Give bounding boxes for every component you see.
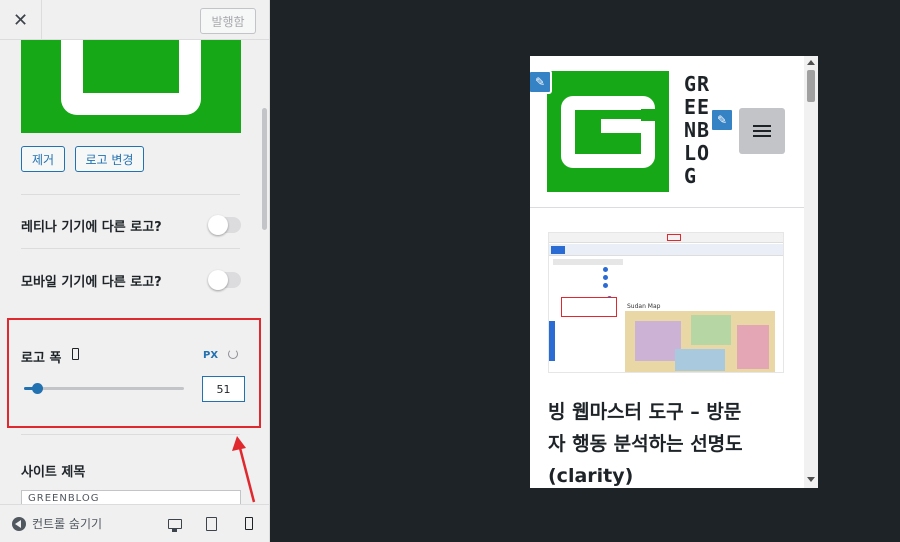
undo-icon[interactable] [228, 349, 238, 359]
retina-logo-toggle[interactable] [208, 215, 241, 235]
site-title-line: NB [684, 118, 711, 142]
desktop-preview-button[interactable] [158, 505, 192, 542]
divider [21, 248, 240, 249]
change-logo-button[interactable]: 로고 변경 [75, 146, 144, 172]
hide-controls-label: 컨트롤 숨기기 [32, 517, 103, 531]
divider [21, 194, 240, 195]
panel-scrollbar[interactable] [262, 108, 267, 230]
annotation-arrow [232, 436, 256, 503]
close-button[interactable]: ✕ [0, 0, 42, 40]
panel-header: ✕ 발행함 [0, 0, 269, 40]
post-title-line: (clarity) [548, 465, 634, 487]
edit-menu-pencil-icon[interactable]: ✎ [710, 108, 734, 132]
site-title-input[interactable]: GREENBLOG [21, 490, 241, 504]
logo-width-highlight [7, 318, 261, 428]
logo-width-input[interactable]: 51 [202, 376, 245, 402]
panel-footer: 컨트롤 숨기기 [0, 504, 269, 542]
preview-scrollbar[interactable] [804, 56, 818, 488]
mobile-preview-button[interactable] [232, 505, 266, 542]
scroll-down-arrow-icon[interactable] [807, 477, 815, 482]
desktop-icon [168, 518, 182, 532]
post-title-line: 빙 웹마스터 도구 – 방문 [548, 401, 742, 423]
close-icon: ✕ [12, 9, 29, 31]
site-title-label: 사이트 제목 [21, 465, 86, 480]
site-title-line: G [684, 164, 698, 188]
collapse-arrow-icon [12, 516, 26, 531]
mobile-logo-toggle[interactable] [208, 270, 241, 290]
mobile-icon [72, 348, 79, 360]
site-title-line: GR [684, 72, 711, 96]
logo-thumbnail [21, 40, 241, 133]
site-logo[interactable] [547, 71, 669, 192]
site-preview: ✎ GR EE NB LO G ✎ Sudan Map 빙 웹마스터 도구 – … [530, 56, 818, 488]
publish-button[interactable]: 발행함 [200, 8, 256, 34]
scroll-up-arrow-icon[interactable] [807, 60, 815, 65]
menu-toggle-button[interactable] [739, 108, 785, 154]
slider-handle[interactable] [32, 383, 43, 394]
divider [21, 434, 240, 435]
site-title[interactable]: GR EE NB LO G [684, 73, 710, 188]
post-thumbnail[interactable]: Sudan Map [548, 232, 784, 373]
unit-label[interactable]: PX [203, 350, 218, 361]
tablet-icon [205, 516, 217, 531]
scroll-thumb[interactable] [807, 70, 815, 102]
thumbnail-map-label: Sudan Map [627, 303, 661, 310]
remove-logo-button[interactable]: 제거 [21, 146, 65, 172]
logo-width-label: 로고 폭 [21, 351, 62, 366]
mobile-logo-label: 모바일 기기에 다른 로고? [21, 275, 162, 290]
header-divider [530, 207, 804, 208]
mobile-icon [245, 517, 253, 530]
site-title-line: EE [684, 95, 711, 119]
site-title-line: LO [684, 141, 711, 165]
logo-width-slider[interactable] [24, 383, 184, 394]
post-title[interactable]: 빙 웹마스터 도구 – 방문 자 행동 분석하는 선명도 (clarity) [548, 396, 798, 488]
hide-controls-button[interactable]: 컨트롤 숨기기 [12, 515, 102, 532]
edit-logo-pencil-icon[interactable]: ✎ [530, 70, 552, 94]
tablet-preview-button[interactable] [194, 505, 228, 542]
retina-logo-label: 레티나 기기에 다른 로고? [21, 220, 162, 235]
post-title-line: 자 행동 분석하는 선명도 [548, 433, 743, 455]
